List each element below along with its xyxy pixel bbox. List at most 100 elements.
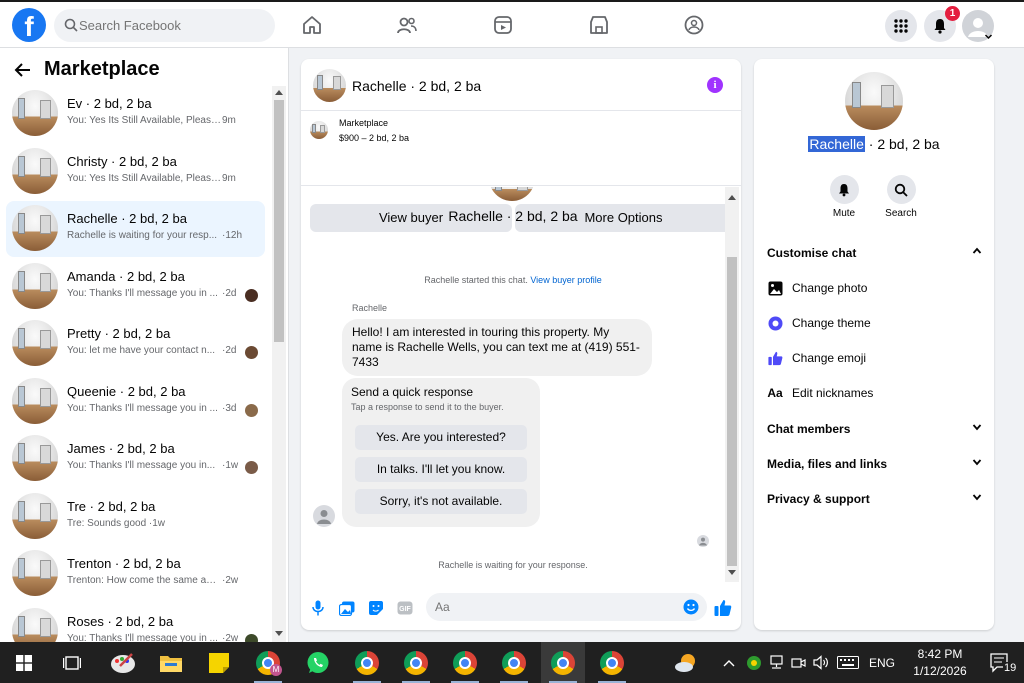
chevron-down-icon[interactable] <box>972 457 982 467</box>
conversation-item[interactable]: Ev · 2 bd, 2 ba You: Yes Its Still Avail… <box>6 86 265 142</box>
whatsapp-icon[interactable] <box>296 642 340 683</box>
conversation-item[interactable]: Roses · 2 bd, 2 ba You: Thanks I'll mess… <box>6 604 265 642</box>
conversation-item[interactable]: Tre · 2 bd, 2 ba Tre: Sounds good ·1w <box>6 489 265 545</box>
language-indicator[interactable]: ENG <box>869 656 895 670</box>
chrome-icon-active[interactable] <box>541 642 585 683</box>
conversation-item[interactable]: Trenton · 2 bd, 2 ba Trenton: How come t… <box>6 546 265 602</box>
facebook-logo[interactable]: f <box>12 8 46 42</box>
customise-chat-section[interactable]: Customise chat <box>767 246 982 260</box>
search-icon[interactable] <box>886 175 916 204</box>
notification-center-icon[interactable]: 19 <box>978 642 1022 683</box>
search-label: Search <box>885 208 917 219</box>
tray-app-icon[interactable] <box>746 655 762 671</box>
emoji-icon[interactable] <box>683 599 699 615</box>
back-arrow-icon[interactable] <box>14 61 32 79</box>
chat-members-section[interactable]: Chat members <box>767 422 982 436</box>
windows-start-icon[interactable] <box>2 642 46 683</box>
groups-icon[interactable] <box>681 12 707 38</box>
sidebar-scrollbar[interactable] <box>272 86 286 642</box>
listing-thumbnail[interactable] <box>310 121 328 139</box>
chrome-icon[interactable] <box>492 642 536 683</box>
scroll-up-arrow-icon[interactable] <box>728 194 736 200</box>
change-theme-option[interactable]: Change theme <box>767 314 982 334</box>
volume-icon[interactable] <box>813 655 829 670</box>
option-label: Edit nicknames <box>792 386 874 400</box>
search-box[interactable] <box>54 9 275 42</box>
view-buyer-profile-link[interactable]: View buyer profile <box>530 275 601 285</box>
top-bar: f 1 <box>0 0 1024 48</box>
chrome-icon[interactable] <box>443 642 487 683</box>
chevron-down-icon[interactable] <box>984 32 993 41</box>
bell-icon[interactable] <box>829 175 859 204</box>
privacy-support-section[interactable]: Privacy & support <box>767 492 982 506</box>
menu-grid-icon[interactable] <box>885 10 917 42</box>
chevron-down-icon[interactable] <box>972 492 982 502</box>
gif-icon[interactable]: GIF <box>396 599 414 617</box>
conversation-item[interactable]: James · 2 bd, 2 ba You: Thanks I'll mess… <box>6 431 265 487</box>
message-input-field[interactable] <box>426 593 707 621</box>
info-icon[interactable]: i <box>707 77 723 93</box>
conversation-item[interactable]: Pretty · 2 bd, 2 ba You: let me have you… <box>6 316 265 372</box>
chevron-up-icon[interactable] <box>972 246 982 256</box>
paint-app-icon[interactable] <box>101 642 145 683</box>
section-label: Customise chat <box>767 246 857 260</box>
listing-avatar <box>12 320 58 366</box>
profile-name: Rachelle · 2 bd, 2 ba <box>754 136 994 152</box>
thread-title: Rachelle · 2 bd, 2 ba <box>448 208 578 224</box>
change-emoji-option[interactable]: Change emoji <box>767 349 982 369</box>
like-icon[interactable] <box>714 599 732 617</box>
weather-icon[interactable] <box>664 642 708 683</box>
watch-icon[interactable] <box>490 12 516 38</box>
profile-name-rest: · 2 bd, 2 ba <box>864 136 940 152</box>
message-thread: Rachelle · 2 bd, 2 ba Rachelle started t… <box>301 187 725 582</box>
chrome-icon[interactable] <box>394 642 438 683</box>
chat-title[interactable]: Rachelle · 2 bd, 2 ba <box>352 78 481 94</box>
file-explorer-icon[interactable] <box>149 642 193 683</box>
sticker-icon[interactable] <box>367 599 385 617</box>
media-files-section[interactable]: Media, files and links <box>767 457 982 471</box>
chrome-profile-m-icon[interactable]: M <box>246 642 290 683</box>
task-view-icon[interactable] <box>50 642 94 683</box>
chat-scrollbar[interactable] <box>725 187 739 582</box>
search-input[interactable] <box>79 9 269 42</box>
quick-response-button[interactable]: In talks. I'll let you know. <box>355 457 527 482</box>
keyboard-icon[interactable] <box>837 656 859 669</box>
listing-avatar <box>12 493 58 539</box>
marketplace-icon[interactable] <box>586 12 612 38</box>
chrome-icon[interactable] <box>590 642 634 683</box>
chevron-down-icon[interactable] <box>972 422 982 432</box>
clock[interactable]: 8:42 PM 1/12/2026 <box>905 646 975 680</box>
message-input[interactable] <box>435 593 665 621</box>
change-photo-option[interactable]: Change photo <box>767 279 982 299</box>
quick-response-button[interactable]: Sorry, it's not available. <box>355 489 527 514</box>
conversation-item-active[interactable]: Rachelle · 2 bd, 2 ba Rachelle is waitin… <box>6 201 265 257</box>
clock-time: 8:42 PM <box>917 647 963 661</box>
friends-icon[interactable] <box>394 12 420 38</box>
mute-action[interactable]: Mute <box>819 175 869 219</box>
search-action[interactable]: Search <box>876 175 926 219</box>
quick-response-button[interactable]: Yes. Are you interested? <box>355 425 527 450</box>
scroll-down-arrow-icon[interactable] <box>728 570 736 576</box>
chrome-icon[interactable] <box>345 642 389 683</box>
camera-icon[interactable] <box>791 655 806 670</box>
edit-nicknames-option[interactable]: Aa Edit nicknames <box>767 384 982 404</box>
conversation-item[interactable]: Christy · 2 bd, 2 ba You: Yes Its Still … <box>6 144 265 200</box>
scrollbar-thumb[interactable] <box>727 257 737 566</box>
photo-icon[interactable] <box>338 599 356 617</box>
scroll-down-arrow-icon[interactable] <box>275 631 283 637</box>
chat-avatar[interactable] <box>313 69 346 102</box>
home-icon[interactable] <box>299 12 325 38</box>
tray-chevron-up-icon[interactable] <box>722 658 736 668</box>
sticky-notes-icon[interactable] <box>197 642 241 683</box>
scrollbar-thumb[interactable] <box>274 100 284 342</box>
read-receipt-avatar <box>245 346 258 359</box>
system-tray: ENG <box>722 642 895 683</box>
scroll-up-arrow-icon[interactable] <box>275 89 283 95</box>
conversation-item[interactable]: Amanda · 2 bd, 2 ba You: Thanks I'll mes… <box>6 259 265 315</box>
conversation-name: Queenie · 2 bd, 2 ba <box>67 384 186 399</box>
network-icon[interactable] <box>769 655 784 670</box>
microphone-icon[interactable] <box>309 599 327 617</box>
quick-response-title: Send a quick response <box>351 385 474 399</box>
profile-avatar[interactable] <box>845 72 903 130</box>
conversation-item[interactable]: Queenie · 2 bd, 2 ba You: Thanks I'll me… <box>6 374 265 430</box>
